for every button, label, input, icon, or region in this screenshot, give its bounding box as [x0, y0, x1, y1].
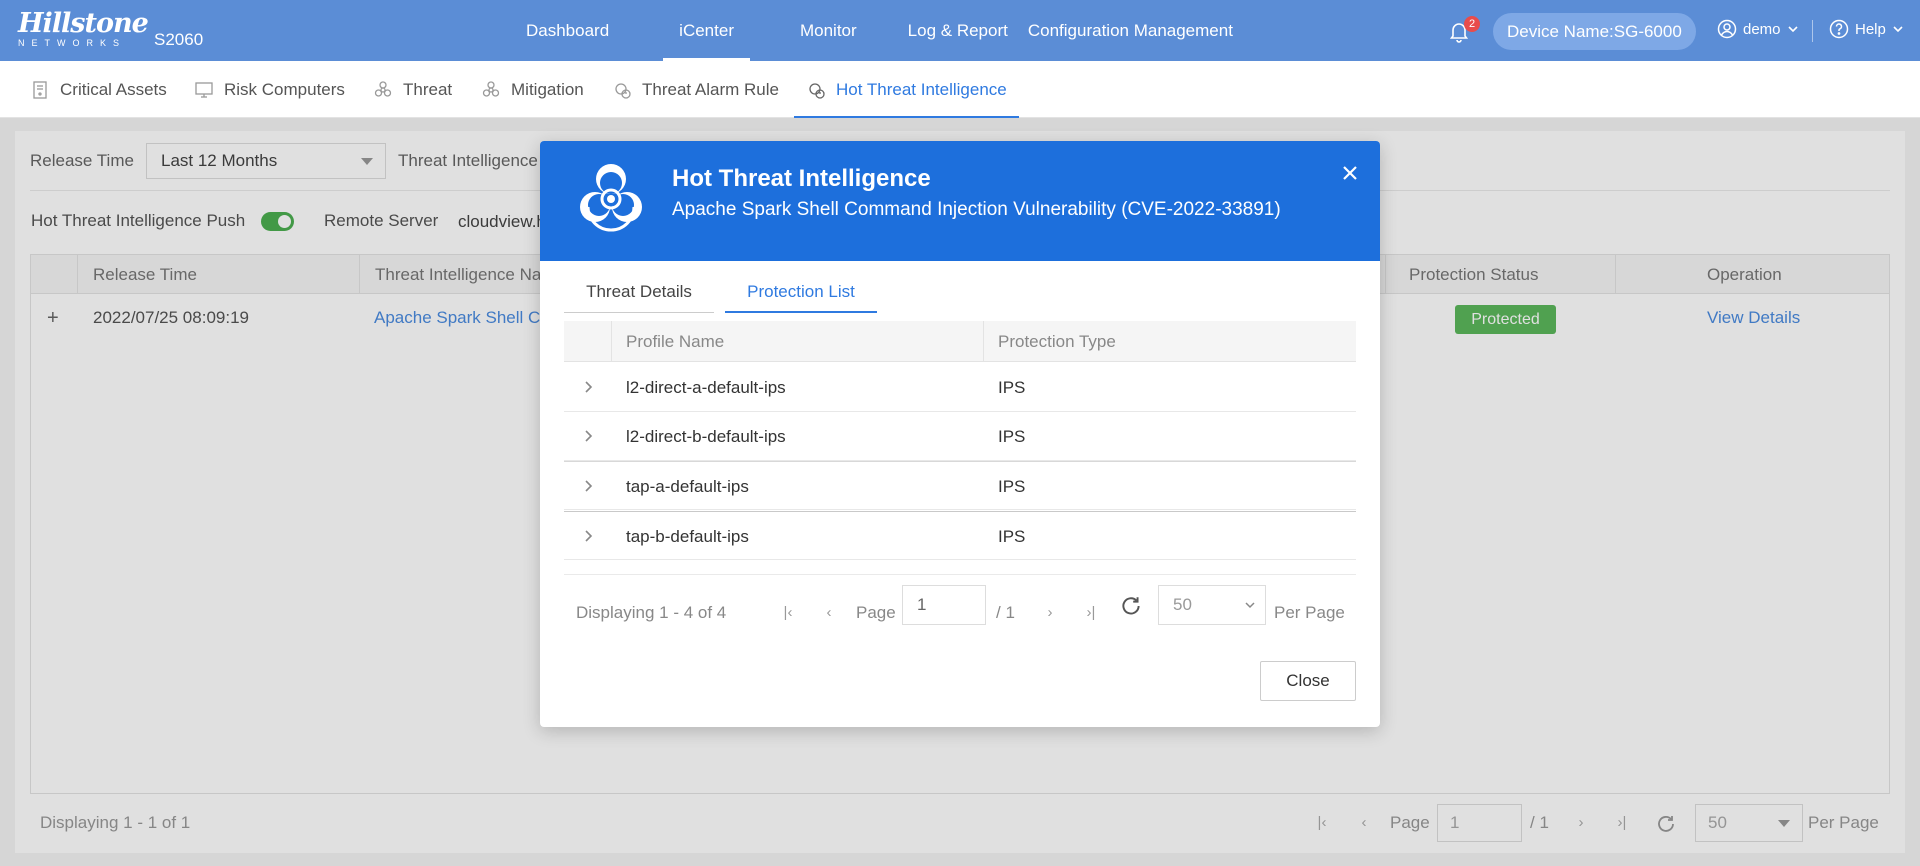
help-icon [1829, 19, 1849, 39]
help-menu[interactable]: Help [1829, 19, 1904, 39]
close-icon[interactable] [1338, 161, 1362, 185]
user-icon [1717, 19, 1737, 39]
column-divider [611, 321, 612, 362]
tab-label: Threat [403, 79, 453, 99]
next-page-icon[interactable]: › [1040, 603, 1060, 623]
computer-icon [195, 81, 213, 98]
device-model: S2060 [154, 30, 204, 49]
tab-protection-list[interactable]: Protection List [725, 271, 877, 313]
table-row[interactable]: tap-a-default-ips IPS [564, 461, 1356, 510]
tab-label: Threat Alarm Rule [642, 79, 779, 99]
profile-name: l2-direct-b-default-ips [626, 427, 786, 446]
prev-page-icon[interactable]: ‹ [819, 603, 839, 623]
top-nav-bar: Hillstone NETWORKS S2060 Dashboard iCent… [0, 0, 1920, 61]
logo-brand-text: Hillstone [18, 8, 149, 39]
protection-type: IPS [998, 477, 1026, 496]
tab-label: Mitigation [511, 79, 584, 99]
tab-label: Critical Assets [60, 79, 167, 99]
server-icon [33, 80, 47, 99]
device-name-pill[interactable]: Device Name:SG-6000 [1493, 13, 1696, 50]
page-total: / 1 [996, 603, 1015, 622]
tab-mitigation[interactable]: Mitigation [481, 61, 584, 118]
chevron-right-icon[interactable] [581, 380, 595, 394]
hot-threat-modal: Hot Threat Intelligence Apache Spark She… [540, 141, 1380, 727]
main-nav: Dashboard iCenter Monitor Log & Report C… [500, 0, 1233, 61]
refresh-icon[interactable] [1119, 594, 1143, 618]
profile-name: tap-a-default-ips [626, 477, 749, 496]
pager-divider [564, 574, 1356, 575]
table-row[interactable]: l2-direct-a-default-ips IPS [564, 363, 1356, 412]
nav-configuration-management[interactable]: Configuration Management [1028, 0, 1233, 61]
hot-threat-icon [809, 82, 825, 99]
per-page-select[interactable]: 50 [1158, 585, 1266, 625]
biohazard-icon [580, 164, 642, 232]
modal-header: Hot Threat Intelligence Apache Spark She… [540, 141, 1380, 261]
pager-displaying: Displaying 1 - 4 of 4 [576, 603, 727, 622]
nav-dashboard[interactable]: Dashboard [526, 0, 609, 61]
col-profile-name[interactable]: Profile Name [626, 321, 724, 362]
tab-label: Risk Computers [224, 79, 345, 99]
biohazard-icon [374, 80, 392, 97]
page-input[interactable]: 1 [902, 585, 986, 625]
per-page-label: Per Page [1274, 603, 1345, 622]
modal-title: Hot Threat Intelligence [672, 165, 931, 192]
protection-type: IPS [998, 527, 1026, 546]
tab-threat-alarm-rule[interactable]: Threat Alarm Rule [612, 61, 779, 118]
nav-log-report[interactable]: Log & Report [908, 0, 1008, 61]
user-name: demo [1743, 20, 1781, 38]
hillstone-logo[interactable]: Hillstone NETWORKS [18, 8, 149, 49]
table-header: Profile Name Protection Type [564, 321, 1356, 362]
profile-name: l2-direct-a-default-ips [626, 378, 786, 397]
user-menu[interactable]: demo [1717, 19, 1799, 39]
header-divider [1812, 20, 1813, 42]
first-page-icon[interactable]: |‹ [778, 603, 798, 623]
profile-name: tap-b-default-ips [626, 527, 749, 546]
chevron-right-icon[interactable] [581, 479, 595, 493]
table-row[interactable]: tap-b-default-ips IPS [564, 511, 1356, 560]
tab-hot-threat-intelligence[interactable]: Hot Threat Intelligence [794, 61, 1019, 118]
tab-critical-assets[interactable]: Critical Assets [30, 61, 167, 118]
chevron-down-icon [1245, 602, 1255, 609]
per-page-value: 50 [1173, 595, 1192, 614]
mitigation-icon [482, 80, 500, 97]
modal-subtitle: Apache Spark Shell Command Injection Vul… [672, 199, 1281, 220]
sub-nav: Critical Assets Risk Computers Threat Mi… [0, 61, 1920, 118]
page-label: Page [856, 603, 896, 622]
chevron-down-icon [1787, 26, 1798, 33]
protection-type: IPS [998, 378, 1026, 397]
logo-sub-text: NETWORKS [18, 38, 127, 48]
last-page-icon[interactable]: ›| [1081, 603, 1101, 623]
close-button[interactable]: Close [1260, 661, 1356, 701]
nav-icenter[interactable]: iCenter [663, 0, 750, 61]
chevron-right-icon[interactable] [581, 529, 595, 543]
protection-type: IPS [998, 427, 1026, 446]
tab-risk-computers[interactable]: Risk Computers [194, 61, 345, 118]
chevron-right-icon[interactable] [581, 429, 595, 443]
notification-badge: 2 [1464, 16, 1480, 32]
table-row[interactable]: l2-direct-b-default-ips IPS [564, 412, 1356, 461]
alarm-rule-icon [615, 82, 631, 99]
nav-monitor[interactable]: Monitor [800, 0, 857, 61]
chevron-down-icon [1893, 26, 1903, 33]
col-protection-type[interactable]: Protection Type [998, 321, 1116, 362]
column-divider [983, 321, 984, 362]
help-label: Help [1855, 20, 1886, 38]
tab-threat-details[interactable]: Threat Details [564, 271, 714, 313]
tab-threat[interactable]: Threat [373, 61, 452, 118]
tab-label: Hot Threat Intelligence [836, 79, 1007, 99]
